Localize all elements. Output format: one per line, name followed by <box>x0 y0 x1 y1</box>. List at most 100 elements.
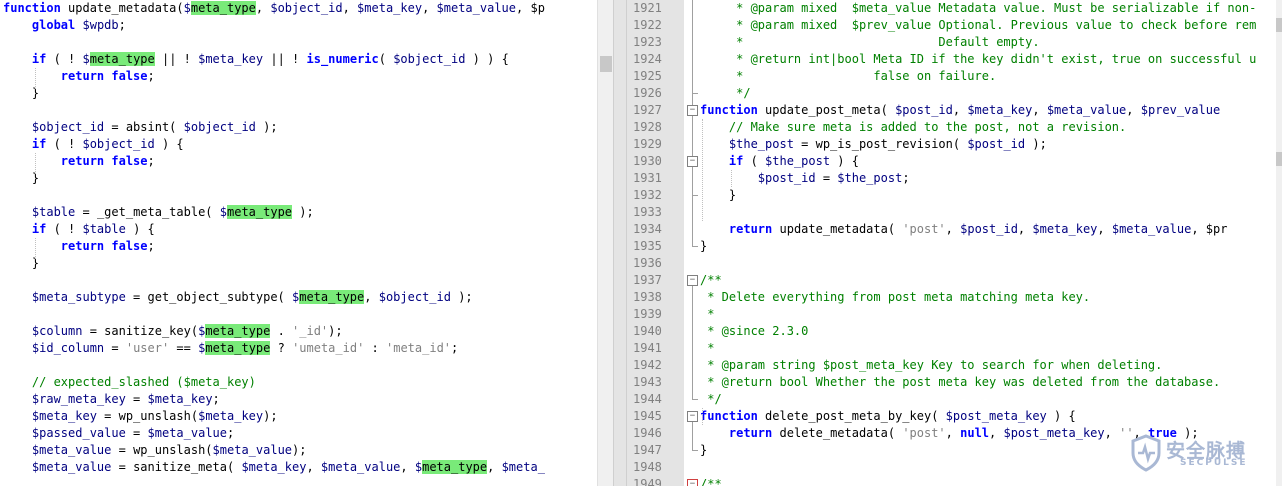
code-line[interactable]: // expected_slashed ($meta_key) <box>3 374 256 391</box>
code-line[interactable]: if ( ! $table ) { <box>3 221 155 238</box>
code-line[interactable]: * @param mixed $prev_value Optional. Pre… <box>700 17 1256 34</box>
code-line[interactable]: */ <box>700 391 721 408</box>
code-token: , <box>989 426 1004 440</box>
code-line[interactable]: * @param string $post_meta_key Key to se… <box>700 357 1162 374</box>
code-token: ; <box>118 18 126 32</box>
code-line[interactable]: return false; <box>3 238 155 255</box>
code-line[interactable]: } <box>3 170 39 187</box>
code-line[interactable]: global $wpdb; <box>3 17 126 34</box>
left-scrollbar-thumb[interactable] <box>600 56 612 72</box>
fold-toggle-icon[interactable]: − <box>687 156 698 167</box>
code-line[interactable]: function delete_post_meta_by_key( $post_… <box>700 408 1076 425</box>
fold-end-marker <box>692 450 698 451</box>
code-line[interactable]: if ( ! $meta_type || ! $meta_key || ! is… <box>3 51 509 68</box>
code-token: , <box>945 222 961 236</box>
code-token: ; <box>147 239 155 253</box>
code-token: $meta_key <box>198 52 264 66</box>
fold-end-marker <box>692 195 698 196</box>
indent-guide <box>702 119 703 221</box>
code-line[interactable]: * @since 2.3.0 <box>700 323 808 340</box>
code-line[interactable]: } <box>700 187 736 204</box>
code-line[interactable]: $id_column = 'user' == $meta_type ? 'ume… <box>3 340 458 357</box>
line-number: 1930 <box>633 154 662 168</box>
code-token: if <box>31 222 47 236</box>
code-token: * <box>700 307 715 321</box>
code-token: $ <box>183 1 191 15</box>
code-line[interactable]: * Default empty. <box>700 34 1039 51</box>
code-line[interactable]: $raw_meta_key = $meta_key; <box>3 391 220 408</box>
fold-toggle-icon[interactable]: − <box>687 105 698 116</box>
code-line[interactable]: return false; <box>3 153 155 170</box>
code-token: global <box>31 18 76 32</box>
code-line[interactable]: return false; <box>3 68 155 85</box>
pane-splitter[interactable] <box>613 0 627 486</box>
code-line[interactable]: function update_post_meta( $post_id, $me… <box>700 102 1220 119</box>
code-token: ( ! <box>46 222 83 236</box>
code-line[interactable]: $table = _get_meta_table( $meta_type ); <box>3 204 314 221</box>
code-line[interactable]: * Delete everything from post meta match… <box>700 289 1090 306</box>
code-token: $meta_value <box>147 426 227 440</box>
code-line[interactable]: $meta_value = sanitize_meta( $meta_key, … <box>3 459 545 476</box>
fold-toggle-icon[interactable]: − <box>687 411 698 422</box>
left-editor-pane[interactable]: function update_metadata($meta_type, $ob… <box>0 0 596 486</box>
code-line[interactable]: * false on failure. <box>700 68 996 85</box>
code-token: */ <box>700 86 751 100</box>
code-line[interactable]: * <box>700 340 714 357</box>
code-token: delete_post_meta_by_key( <box>757 409 946 423</box>
line-number: 1933 <box>633 205 662 219</box>
code-token: function <box>700 409 758 423</box>
code-token: $meta_value <box>1111 222 1192 236</box>
code-line[interactable]: /** <box>700 272 722 289</box>
code-line[interactable]: return update_metadata( 'post', $post_id… <box>700 221 1228 238</box>
code-token: $post_id <box>757 171 816 185</box>
code-line[interactable]: if ( ! $object_id ) { <box>3 136 184 153</box>
line-number: 1924 <box>633 52 662 66</box>
code-line[interactable]: } <box>3 85 39 102</box>
code-line[interactable]: $column = sanitize_key($meta_type . '_id… <box>3 323 343 340</box>
code-line[interactable]: } <box>700 238 707 255</box>
code-line[interactable]: $passed_value = $meta_value; <box>3 425 234 442</box>
code-token: ; <box>212 392 220 406</box>
code-token: } <box>700 188 737 202</box>
left-vertical-scrollbar[interactable] <box>597 0 614 486</box>
code-token: function <box>3 1 61 15</box>
code-line[interactable]: */ <box>700 85 751 102</box>
code-line[interactable]: * @return int|bool Meta ID if the key di… <box>700 51 1256 68</box>
code-line[interactable]: $meta_value = wp_unslash($meta_value); <box>3 442 307 459</box>
code-token: // expected_slashed ($meta_key) <box>31 375 256 389</box>
line-number: 1927 <box>633 103 662 117</box>
scroll-marker <box>1276 18 1282 32</box>
code-line[interactable]: $the_post = wp_is_post_revision( $post_i… <box>700 136 1047 153</box>
code-line[interactable]: * @param mixed $meta_value Metadata valu… <box>700 0 1256 17</box>
code-token: = absint( <box>104 120 184 134</box>
fold-toggle-icon[interactable]: − <box>687 479 698 486</box>
code-line[interactable]: $meta_key = wp_unslash($meta_key); <box>3 408 278 425</box>
right-editor-pane[interactable]: 1921 1922 1923 1924 1925 1926 1927 1928 1929 1930… <box>627 0 1282 486</box>
line-number: 1935 <box>633 239 662 253</box>
code-token: } <box>3 256 40 270</box>
secpulse-watermark-logo: 安全脉搏 SECPULSE <box>1130 434 1270 474</box>
code-line[interactable]: /** <box>700 476 722 486</box>
code-line[interactable]: } <box>3 255 39 272</box>
fold-toggle-icon[interactable]: − <box>687 275 698 286</box>
code-token: ) { <box>1046 409 1076 423</box>
right-code-area[interactable]: * @param mixed $meta_value Metadata valu… <box>700 0 1282 486</box>
code-line[interactable]: $meta_subtype = get_object_subtype( $met… <box>3 289 473 306</box>
code-line[interactable]: function update_metadata($meta_type, $ob… <box>3 0 545 17</box>
code-line[interactable]: * <box>700 306 714 323</box>
right-vertical-scrollbar[interactable] <box>1276 0 1282 486</box>
line-number: 1948 <box>633 460 662 474</box>
left-code-area[interactable]: function update_metadata($meta_type, $ob… <box>3 0 596 486</box>
code-line[interactable]: } <box>700 442 707 459</box>
code-line[interactable]: $object_id = absint( $object_id ); <box>3 119 278 136</box>
code-token: $table <box>82 222 126 236</box>
code-line[interactable]: return delete_metadata( 'post', null, $p… <box>700 425 1199 442</box>
search-highlight: meta_type <box>190 1 256 15</box>
code-line[interactable]: if ( $the_post ) { <box>700 153 859 170</box>
code-line[interactable]: // Make sure meta is added to the post, … <box>700 119 1126 136</box>
code-token: return false <box>60 69 148 83</box>
code-line[interactable]: * @return bool Whether the post meta key… <box>700 374 1220 391</box>
